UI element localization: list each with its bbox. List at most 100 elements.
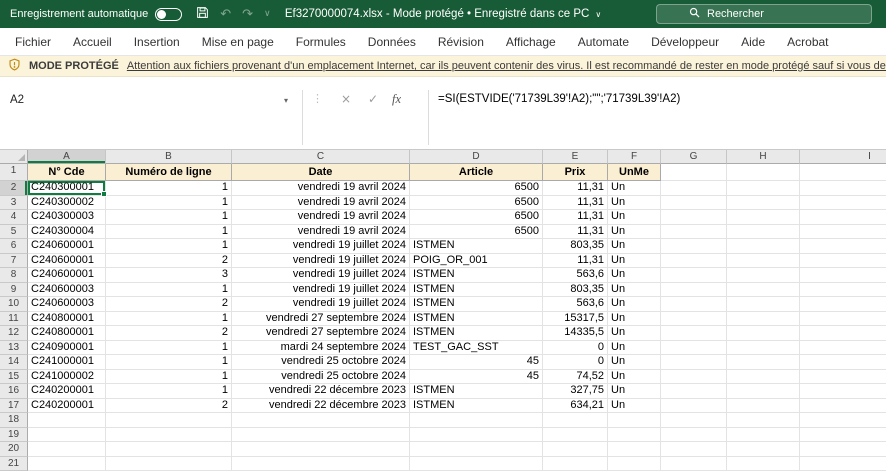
cell-H18[interactable]	[727, 413, 800, 428]
cell-G1[interactable]	[661, 164, 727, 181]
cell-H19[interactable]	[727, 428, 800, 443]
row-header-13[interactable]: 13	[0, 341, 28, 356]
row-header-14[interactable]: 14	[0, 355, 28, 370]
column-header-B[interactable]: B	[106, 150, 232, 164]
cell-I21[interactable]	[800, 457, 886, 472]
cell-I16[interactable]	[800, 384, 886, 399]
ribbon-tab-r-vision[interactable]: Révision	[427, 28, 495, 56]
cell-C4[interactable]: vendredi 19 avril 2024	[232, 210, 410, 225]
ribbon-tab-automate[interactable]: Automate	[567, 28, 640, 56]
cell-A16[interactable]: C240200001	[28, 384, 106, 399]
cell-B20[interactable]	[106, 442, 232, 457]
cell-I17[interactable]	[800, 399, 886, 414]
cell-B13[interactable]: 1	[106, 341, 232, 356]
cell-C6[interactable]: vendredi 19 juillet 2024	[232, 239, 410, 254]
cell-C8[interactable]: vendredi 19 juillet 2024	[232, 268, 410, 283]
cell-F21[interactable]	[608, 457, 661, 472]
cell-E6[interactable]: 803,35	[543, 239, 608, 254]
cell-D9[interactable]: ISTMEN	[410, 283, 543, 298]
cell-E13[interactable]: 0	[543, 341, 608, 356]
cell-A19[interactable]	[28, 428, 106, 443]
row-header-11[interactable]: 11	[0, 312, 28, 327]
cell-D17[interactable]: ISTMEN	[410, 399, 543, 414]
formula-input[interactable]: =SI(ESTVIDE('71739L39'!A2);"";'71739L39'…	[438, 93, 680, 105]
row-header-7[interactable]: 7	[0, 254, 28, 269]
cell-D20[interactable]	[410, 442, 543, 457]
cell-C10[interactable]: vendredi 19 juillet 2024	[232, 297, 410, 312]
cell-I1[interactable]	[800, 164, 886, 181]
cell-B21[interactable]	[106, 457, 232, 472]
cell-G9[interactable]	[661, 283, 727, 298]
cell-F14[interactable]: Un	[608, 355, 661, 370]
cell-G19[interactable]	[661, 428, 727, 443]
column-header-C[interactable]: C	[232, 150, 410, 164]
column-header-F[interactable]: F	[608, 150, 661, 164]
cell-F4[interactable]: Un	[608, 210, 661, 225]
cell-A9[interactable]: C240600003	[28, 283, 106, 298]
cell-F12[interactable]: Un	[608, 326, 661, 341]
protected-view-message[interactable]: Attention aux fichiers provenant d'un em…	[127, 60, 886, 72]
ribbon-tab-donn-es[interactable]: Données	[357, 28, 427, 56]
cell-G5[interactable]	[661, 225, 727, 240]
cell-I12[interactable]	[800, 326, 886, 341]
ribbon-tab-affichage[interactable]: Affichage	[495, 28, 567, 56]
name-box-dropdown-icon[interactable]: ▾	[284, 96, 288, 105]
cell-F17[interactable]: Un	[608, 399, 661, 414]
cell-E2[interactable]: 11,31	[543, 181, 608, 196]
cell-I18[interactable]	[800, 413, 886, 428]
cell-G8[interactable]	[661, 268, 727, 283]
cell-H16[interactable]	[727, 384, 800, 399]
cell-F8[interactable]: Un	[608, 268, 661, 283]
cell-I14[interactable]	[800, 355, 886, 370]
cell-H3[interactable]	[727, 196, 800, 211]
cell-A14[interactable]: C241000001	[28, 355, 106, 370]
cell-H14[interactable]	[727, 355, 800, 370]
cell-E16[interactable]: 327,75	[543, 384, 608, 399]
cell-H10[interactable]	[727, 297, 800, 312]
cell-D12[interactable]: ISTMEN	[410, 326, 543, 341]
cell-B12[interactable]: 2	[106, 326, 232, 341]
cell-A17[interactable]: C240200001	[28, 399, 106, 414]
cell-E11[interactable]: 15317,5	[543, 312, 608, 327]
cell-I7[interactable]	[800, 254, 886, 269]
ribbon-tab-aide[interactable]: Aide	[730, 28, 776, 56]
cell-G21[interactable]	[661, 457, 727, 472]
cell-D5[interactable]: 6500	[410, 225, 543, 240]
cell-A8[interactable]: C240600001	[28, 268, 106, 283]
cell-B6[interactable]: 1	[106, 239, 232, 254]
cell-A7[interactable]: C240600001	[28, 254, 106, 269]
cell-H17[interactable]	[727, 399, 800, 414]
cell-D14[interactable]: 45	[410, 355, 543, 370]
cell-I15[interactable]	[800, 370, 886, 385]
cell-E3[interactable]: 11,31	[543, 196, 608, 211]
cell-F16[interactable]: Un	[608, 384, 661, 399]
cell-D8[interactable]: ISTMEN	[410, 268, 543, 283]
cell-G4[interactable]	[661, 210, 727, 225]
cell-B14[interactable]: 1	[106, 355, 232, 370]
cell-H20[interactable]	[727, 442, 800, 457]
autosave-control[interactable]: Enregistrement automatique	[0, 8, 182, 21]
cell-G2[interactable]	[661, 181, 727, 196]
cell-F19[interactable]	[608, 428, 661, 443]
cell-B16[interactable]: 1	[106, 384, 232, 399]
row-header-4[interactable]: 4	[0, 210, 28, 225]
cell-B4[interactable]: 1	[106, 210, 232, 225]
cell-G10[interactable]	[661, 297, 727, 312]
cell-A18[interactable]	[28, 413, 106, 428]
cell-I20[interactable]	[800, 442, 886, 457]
column-header-H[interactable]: H	[727, 150, 800, 164]
cell-E14[interactable]: 0	[543, 355, 608, 370]
cell-B9[interactable]: 1	[106, 283, 232, 298]
cell-F10[interactable]: Un	[608, 297, 661, 312]
cell-I5[interactable]	[800, 225, 886, 240]
cell-E7[interactable]: 11,31	[543, 254, 608, 269]
cell-E10[interactable]: 563,6	[543, 297, 608, 312]
cell-E8[interactable]: 563,6	[543, 268, 608, 283]
cell-H6[interactable]	[727, 239, 800, 254]
cell-H11[interactable]	[727, 312, 800, 327]
cell-E4[interactable]: 11,31	[543, 210, 608, 225]
cell-A6[interactable]: C240600001	[28, 239, 106, 254]
cell-C19[interactable]	[232, 428, 410, 443]
cell-I4[interactable]	[800, 210, 886, 225]
cell-D2[interactable]: 6500	[410, 181, 543, 196]
